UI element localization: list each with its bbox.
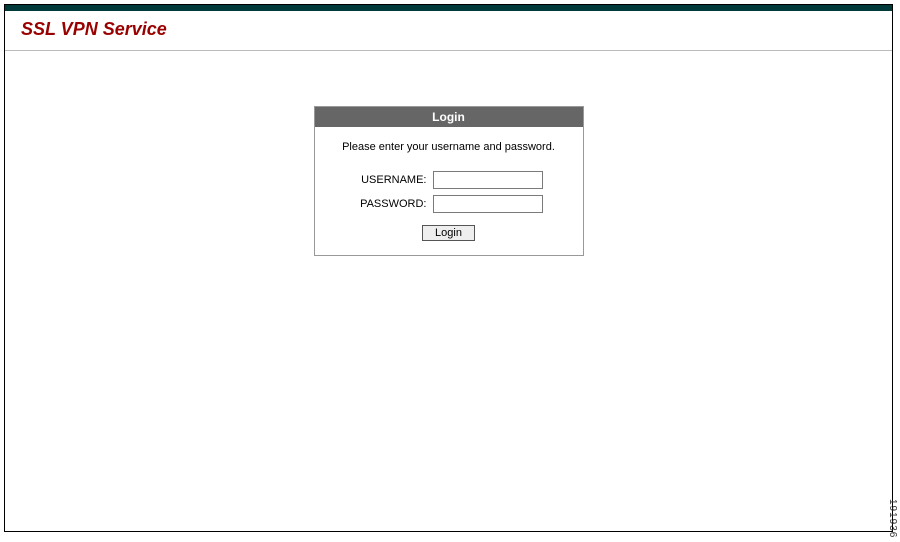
username-row: USERNAME: <box>325 171 573 189</box>
header-divider <box>5 50 892 51</box>
username-label: USERNAME: <box>355 174 433 186</box>
login-panel-title: Login <box>315 107 583 127</box>
header: SSL VPN Service <box>5 11 892 50</box>
login-button[interactable]: Login <box>422 225 475 241</box>
page-title: SSL VPN Service <box>21 19 876 40</box>
username-input[interactable] <box>433 171 543 189</box>
login-panel: Login Please enter your username and pas… <box>314 106 584 256</box>
password-input[interactable] <box>433 195 543 213</box>
password-row: PASSWORD: <box>325 195 573 213</box>
login-area: Login Please enter your username and pas… <box>5 106 892 256</box>
password-label: PASSWORD: <box>355 198 433 210</box>
login-button-row: Login <box>325 223 573 241</box>
image-number: 191936 <box>887 499 898 538</box>
login-prompt: Please enter your username and password. <box>325 141 573 153</box>
login-body: Please enter your username and password.… <box>315 127 583 255</box>
page-frame: SSL VPN Service Login Please enter your … <box>4 4 893 532</box>
